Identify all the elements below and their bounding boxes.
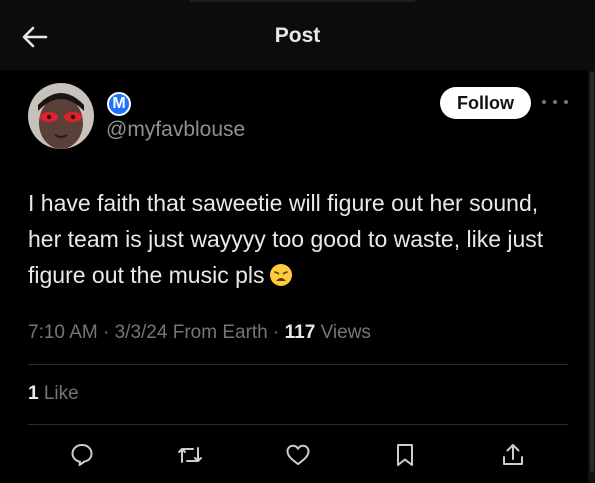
likes-label: Like: [43, 383, 79, 404]
share-button[interactable]: [498, 440, 528, 470]
more-horizontal-icon: [553, 100, 557, 104]
author-handle[interactable]: @myfavblouse: [106, 118, 245, 142]
action-bar: [0, 440, 595, 470]
reply-icon: [71, 444, 93, 466]
share-icon: [503, 444, 523, 465]
like-button[interactable]: [283, 440, 313, 470]
repost-button[interactable]: [175, 440, 205, 470]
likes-summary[interactable]: 1 Like: [28, 383, 79, 405]
divider: [28, 364, 568, 365]
avatar-image: [28, 83, 94, 149]
post-time[interactable]: 7:10 AM: [28, 322, 98, 343]
divider: [28, 424, 568, 425]
reply-button[interactable]: [67, 440, 97, 470]
post-source: From Earth: [172, 322, 268, 343]
repost-icon: [178, 447, 202, 463]
heart-icon: [286, 444, 310, 465]
meta-separator: ·: [273, 322, 285, 343]
post-text: I have faith that saweetie will figure o…: [28, 185, 568, 293]
scrollbar-thumb[interactable]: [590, 72, 594, 472]
likes-count: 1: [28, 383, 39, 404]
bookmark-button[interactable]: [390, 440, 420, 470]
verified-letter-badge: M: [107, 92, 131, 116]
post-meta: 7:10 AM · 3/3/24 From Earth · 117 Views: [28, 322, 371, 344]
avatar[interactable]: [28, 83, 94, 149]
more-options-button[interactable]: [542, 95, 568, 109]
meta-separator: ·: [103, 322, 115, 343]
page-title: Post: [274, 24, 321, 47]
top-accent: [190, 0, 415, 2]
views-count: 117: [284, 322, 316, 343]
follow-button[interactable]: Follow: [440, 87, 531, 119]
top-bar: Post: [0, 0, 595, 70]
bookmark-icon: [397, 444, 413, 466]
post-date[interactable]: 3/3/24: [115, 322, 168, 343]
weary-face-emoji: [269, 264, 292, 286]
more-horizontal-icon: [542, 100, 546, 104]
more-horizontal-icon: [564, 100, 568, 104]
views-label: Views: [320, 322, 371, 343]
